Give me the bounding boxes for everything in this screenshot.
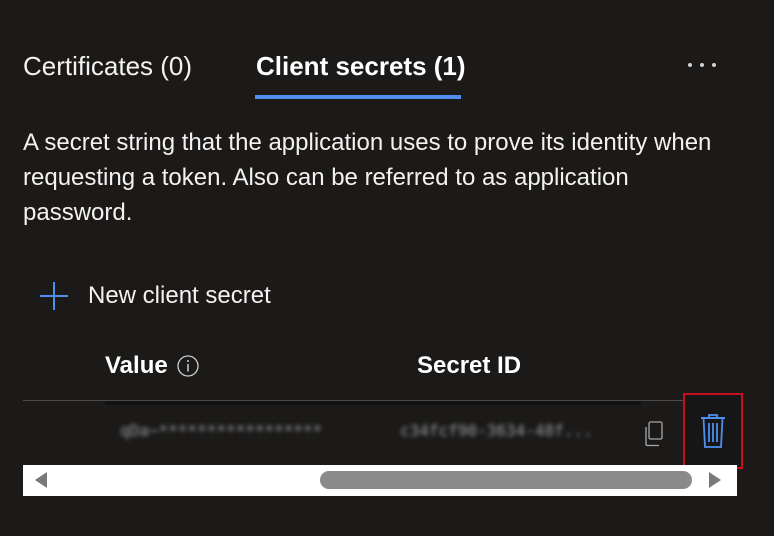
more-horizontal-icon: [688, 63, 692, 67]
more-horizontal-icon-dot: [712, 63, 716, 67]
new-client-secret-button[interactable]: New client secret: [38, 278, 271, 314]
column-header-secret-id-label: Secret ID: [417, 352, 522, 379]
tab-client-secrets[interactable]: Client secrets (1): [256, 48, 466, 84]
new-client-secret-label: New client secret: [88, 282, 271, 309]
selected-tab-indicator: [255, 95, 461, 99]
column-header-value: Value: [105, 348, 200, 384]
secret-value-cell: qDa~*****************: [120, 421, 323, 440]
more-options-button[interactable]: [678, 50, 726, 80]
tab-certificates[interactable]: Certificates (0): [23, 48, 192, 84]
delete-secret-button[interactable]: [683, 393, 743, 469]
plus-icon: [40, 282, 68, 310]
section-description: A secret string that the application use…: [23, 129, 712, 226]
more-horizontal-icon-dot: [700, 63, 704, 67]
column-header-value-label: Value: [105, 352, 168, 379]
scroll-left-arrow-icon[interactable]: [35, 472, 47, 488]
client-secrets-panel: Certificates (0) Client secrets (1) A se…: [0, 0, 774, 536]
row-header-shadow: [105, 401, 641, 405]
scroll-right-arrow-icon[interactable]: [709, 472, 721, 488]
horizontal-scrollbar[interactable]: [23, 465, 737, 496]
delete-icon: [701, 414, 725, 448]
scrollbar-thumb[interactable]: [320, 471, 692, 489]
secret-id-cell: c34fcf90-3634-48f...: [400, 421, 593, 440]
info-icon[interactable]: [176, 354, 200, 378]
copy-icon[interactable]: [642, 420, 668, 448]
column-header-secret-id: Secret ID: [417, 348, 521, 384]
